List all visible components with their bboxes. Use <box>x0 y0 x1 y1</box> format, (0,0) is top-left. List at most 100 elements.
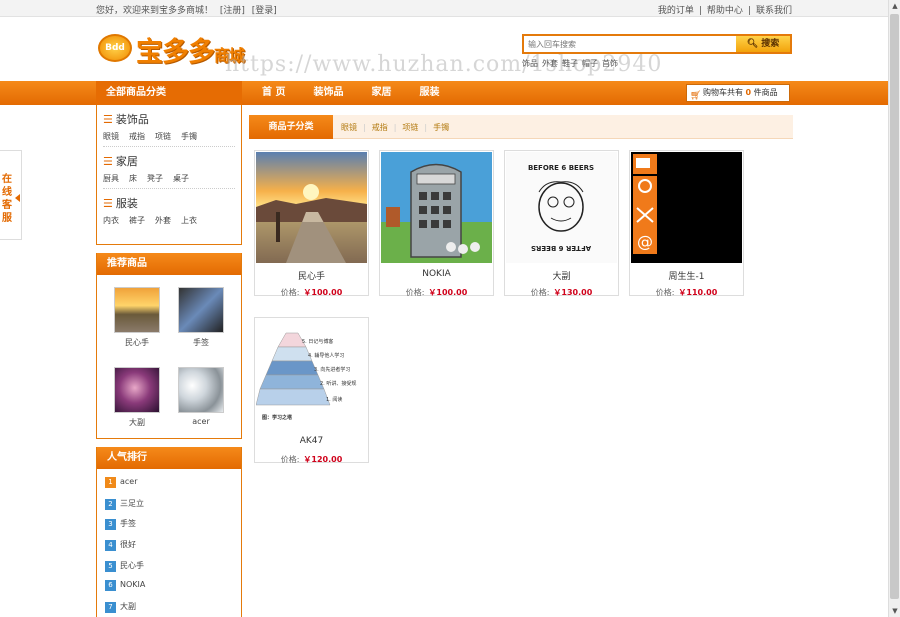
category-group: ☰ 家居 厨具 床 凳子 桌子 <box>103 153 235 189</box>
online-service-tab[interactable]: 在线客服 <box>0 150 22 240</box>
svg-text:BEFORE 6 BEERS: BEFORE 6 BEERS <box>528 164 594 172</box>
product-thumbnail[interactable] <box>178 367 224 413</box>
list-item[interactable]: 1 acer <box>105 477 241 498</box>
product-card[interactable]: 民心手 价格: ￥100.00 <box>254 150 369 297</box>
login-link[interactable]: [登录] <box>252 6 277 16</box>
search-button[interactable]: 🔍︎ 搜索 <box>736 36 790 52</box>
subcategory-link[interactable]: 戒指 <box>372 123 388 132</box>
hot-keyword[interactable]: 首饰 <box>602 59 618 68</box>
rank-badge: 5 <box>105 560 116 572</box>
hot-keywords: 饰品 外套 鞋子 帽子 首饰 <box>522 58 622 69</box>
recommend-item[interactable]: 民心手 <box>107 287 167 348</box>
list-item[interactable]: 4 很好 <box>105 539 241 560</box>
scroll-thumb[interactable] <box>890 14 899 599</box>
subcategory-link[interactable]: 床 <box>129 174 137 183</box>
category-title[interactable]: 服装 <box>116 197 138 210</box>
subcategory-link[interactable]: 外套 <box>155 216 171 225</box>
subcategory-link[interactable]: 内衣 <box>103 216 119 225</box>
rank-badge: 3 <box>105 519 116 531</box>
product-image[interactable]: 5. 日记与博客 4. 辅导他人学习 3. 向先进者学习 2. 听讲、接受规 1… <box>256 319 367 430</box>
hot-keyword[interactable]: 帽子 <box>582 59 598 68</box>
subcategory-link[interactable]: 裤子 <box>129 216 145 225</box>
list-item[interactable]: 2 三足立 <box>105 498 241 519</box>
product-thumbnail[interactable] <box>114 287 160 333</box>
hot-keyword[interactable]: 外套 <box>542 59 558 68</box>
top-bar: 您好，欢迎来到宝多多商城！ [注册] [登录] 我的订单 | 帮助中心 | 联系我们 <box>0 0 888 17</box>
svg-text:5. 日记与博客: 5. 日记与博客 <box>302 338 333 345</box>
product-name[interactable]: NOKIA <box>380 269 493 279</box>
my-orders-link[interactable]: 我的订单 <box>658 6 694 16</box>
product-card[interactable]: BEFORE 6 BEERS AFTER 6 BEERS 大副 价格: ￥130.… <box>504 150 619 297</box>
subcategory-link[interactable]: 眼镜 <box>341 123 357 132</box>
category-title[interactable]: 家居 <box>116 155 138 168</box>
list-item[interactable]: 5 民心手 <box>105 560 241 581</box>
subcategory-link[interactable]: 项链 <box>402 123 418 132</box>
logo-badge-icon: Bdd <box>98 34 132 62</box>
category-list: ☰ 装饰品 眼镜 戒指 项链 手镯 ☰ 家居 厨具床凳子 桌子 ☰ 服装 内衣 裤子 外套 上衣 <box>96 105 242 245</box>
subcategory-link[interactable]: 手镯 <box>433 123 449 132</box>
scroll-up-icon[interactable]: ▲ <box>891 2 899 10</box>
subcategory-link[interactable]: 凳子 <box>147 174 163 183</box>
product-name[interactable]: 民心手 <box>255 269 368 282</box>
recommend-item[interactable]: 手签 <box>171 287 231 348</box>
product-image[interactable]: @ <box>631 152 742 263</box>
arrow-left-icon <box>15 194 20 202</box>
register-link[interactable]: [注册] <box>220 6 245 16</box>
recommend-item[interactable]: acer <box>171 367 231 426</box>
svg-text:4. 辅导他人学习: 4. 辅导他人学习 <box>308 352 344 359</box>
rank-badge: 1 <box>105 477 116 488</box>
list-item[interactable]: 3 手签 <box>105 518 241 539</box>
search-input[interactable] <box>524 36 736 52</box>
pyramid-diagram-image: 5. 日记与博客 4. 辅导他人学习 3. 向先进者学习 2. 听讲、接受规 1… <box>256 319 367 430</box>
product-card[interactable]: NOKIA 价格: ￥100.00 <box>379 150 494 297</box>
list-icon: ☰ <box>103 155 113 168</box>
subcategory-link[interactable]: 项链 <box>155 132 171 141</box>
list-item[interactable]: 7 大副 <box>105 601 241 617</box>
popular-ranking: 人气排行 1 acer 2 三足立 3 手签 4 很好 5 民心手 6 NOKIA 7 大副 <box>96 447 242 617</box>
product-price: 价格: ￥110.00 <box>655 288 718 297</box>
contact-link[interactable]: 联系我们 <box>756 6 792 16</box>
rank-badge: 2 <box>105 498 116 510</box>
subcategory-link[interactable]: 厨具 <box>103 174 119 183</box>
product-name[interactable]: AK47 <box>255 436 368 446</box>
product-thumbnail[interactable] <box>178 287 224 333</box>
product-card[interactable]: 5. 日记与博客 4. 辅导他人学习 3. 向先进者学习 2. 听讲、接受规 1… <box>254 317 369 464</box>
nav-item-clothing[interactable]: 服装 <box>419 87 439 98</box>
subcategory-link[interactable]: 手镯 <box>181 132 197 141</box>
product-image[interactable] <box>256 152 367 263</box>
all-categories-label[interactable]: 全部商品分类 <box>96 81 242 105</box>
product-image[interactable]: BEFORE 6 BEERS AFTER 6 BEERS <box>506 152 617 263</box>
list-item[interactable]: 6 NOKIA <box>105 580 241 601</box>
product-price: 价格: ￥100.00 <box>405 288 468 297</box>
city-bridge-image <box>256 152 367 263</box>
hot-keyword[interactable]: 鞋子 <box>562 59 578 68</box>
vertical-scrollbar[interactable]: ▲ ▼ <box>888 0 900 617</box>
hot-keyword[interactable]: 饰品 <box>522 59 538 68</box>
subcategory-tab[interactable]: 商品子分类 <box>249 115 333 139</box>
category-title[interactable]: 装饰品 <box>116 113 149 126</box>
subcategory-link[interactable]: 眼镜 <box>103 132 119 141</box>
nav-item-decor[interactable]: 装饰品 <box>313 87 343 98</box>
help-center-link[interactable]: 帮助中心 <box>707 6 743 16</box>
svg-text:1. 阅读: 1. 阅读 <box>326 396 342 403</box>
nav-item-home-goods[interactable]: 家居 <box>371 87 391 98</box>
product-thumbnail[interactable] <box>114 367 160 413</box>
product-card[interactable]: @ 周生生-1 价格: ￥110.00 <box>629 150 744 297</box>
scroll-down-icon[interactable]: ▼ <box>891 607 899 615</box>
search-icon: 🔍︎ <box>746 39 759 49</box>
subcategory-link[interactable]: 桌子 <box>173 174 189 183</box>
subcategory-link[interactable]: 上衣 <box>181 216 197 225</box>
product-name[interactable]: 周生生-1 <box>630 269 743 282</box>
recommend-item[interactable]: 大副 <box>107 367 167 428</box>
cart-count: 0 <box>745 88 752 97</box>
product-name[interactable]: 大副 <box>505 269 618 282</box>
nav-item-home[interactable]: 首 页 <box>262 87 285 98</box>
list-icon: ☰ <box>103 197 113 210</box>
subcategory-link[interactable]: 戒指 <box>129 132 145 141</box>
online-service-text: 在线客服 <box>2 174 12 224</box>
cart-summary[interactable]: 🛒︎ 购物车共有 0 件商品 <box>686 84 790 102</box>
category-group: ☰ 服装 内衣 裤子 外套 上衣 <box>103 195 235 230</box>
svg-text:图：学习之塔: 图：学习之塔 <box>262 414 293 421</box>
product-price: 价格: ￥130.00 <box>530 288 593 297</box>
product-image[interactable] <box>381 152 492 263</box>
